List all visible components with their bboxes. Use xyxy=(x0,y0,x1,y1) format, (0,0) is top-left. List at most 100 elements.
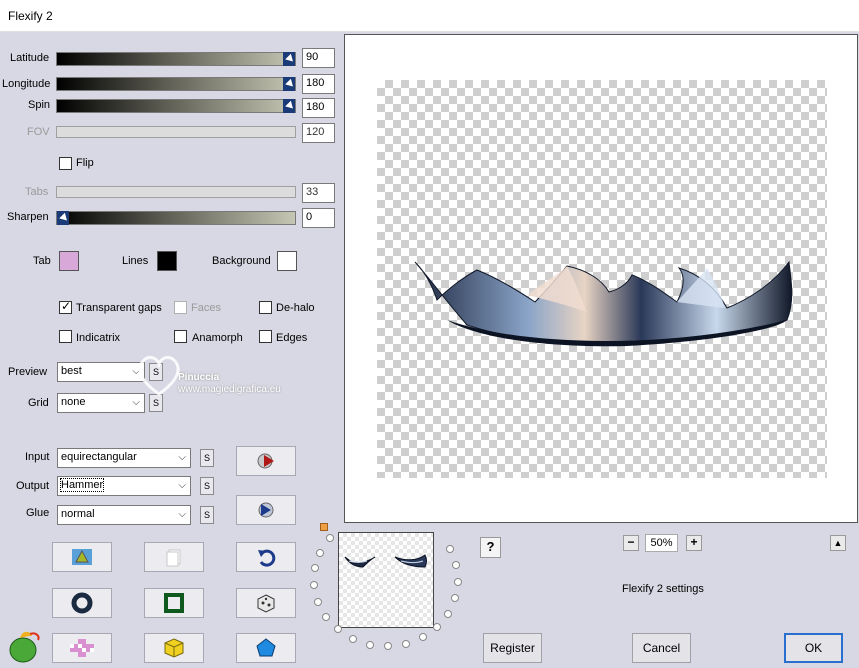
preview-canvas xyxy=(377,80,827,478)
wheel-dot[interactable] xyxy=(445,545,454,554)
tabs-label: Tabs xyxy=(25,186,49,198)
animate-button[interactable] xyxy=(236,495,296,525)
glue-label: Glue xyxy=(26,507,50,519)
cancel-button[interactable]: Cancel xyxy=(632,633,691,663)
thumbnail-shape-image xyxy=(344,554,427,568)
register-button[interactable]: Register xyxy=(483,633,542,663)
spin-slider[interactable] xyxy=(56,99,296,113)
fov-label: FOV xyxy=(27,126,50,138)
faces-checkbox[interactable] xyxy=(174,301,187,314)
sharpen-label: Sharpen xyxy=(7,211,49,223)
grid-select-value: none xyxy=(61,396,86,408)
spin-input[interactable]: 180 xyxy=(302,98,335,118)
latitude-input[interactable]: 90 xyxy=(302,48,335,68)
edges-label: Edges xyxy=(276,332,308,344)
tabs-slider[interactable] xyxy=(56,186,296,198)
watermark-url: www.magiedigrafica.eu xyxy=(178,384,281,395)
wheel-dot[interactable] xyxy=(316,548,325,557)
wheel-dot[interactable] xyxy=(321,612,330,621)
lines-color-swatch[interactable] xyxy=(157,251,177,271)
latitude-label: Latitude xyxy=(10,52,50,64)
longitude-input[interactable]: 180 xyxy=(302,74,335,94)
glue-select[interactable]: normal ⌵ xyxy=(57,505,191,525)
glue-select-value: normal xyxy=(61,508,95,520)
scroll-up-button[interactable]: ▲ xyxy=(830,535,846,551)
background-color-label: Background xyxy=(212,255,271,267)
randomize-image-button[interactable] xyxy=(52,542,112,572)
sharpen-slider[interactable] xyxy=(56,211,296,225)
wheel-dot[interactable] xyxy=(311,564,320,573)
wheel-dot[interactable] xyxy=(365,640,374,649)
zoom-out-button[interactable]: − xyxy=(623,535,639,551)
title-bar: Flexify 2 xyxy=(0,0,859,32)
sharpen-slider-thumb[interactable] xyxy=(57,211,69,225)
output-select[interactable]: Hammer ⌵ xyxy=(57,476,191,496)
background-color-swatch[interactable] xyxy=(277,251,297,271)
wheel-dot[interactable] xyxy=(444,609,453,618)
preview-select[interactable]: best ⌵ xyxy=(57,362,145,382)
ring-button[interactable] xyxy=(52,588,112,618)
watermark-heart-icon xyxy=(138,355,180,396)
wheel-dot[interactable] xyxy=(383,642,392,651)
zoom-in-button[interactable]: + xyxy=(686,535,702,551)
longitude-label: Longitude xyxy=(2,78,51,90)
flaming-pear-logo-icon xyxy=(9,631,40,663)
latitude-slider-thumb[interactable] xyxy=(283,52,295,66)
wheel-dot[interactable] xyxy=(451,594,460,603)
de-halo-checkbox[interactable] xyxy=(259,301,272,314)
preview-panel[interactable] xyxy=(344,34,858,523)
fov-input[interactable]: 120 xyxy=(302,123,335,143)
wheel-dot[interactable] xyxy=(418,633,427,642)
edges-checkbox[interactable] xyxy=(259,330,272,343)
random-dice-button[interactable] xyxy=(236,588,296,618)
wheel-dot[interactable] xyxy=(348,634,357,643)
frame-button[interactable] xyxy=(144,588,204,618)
latitude-slider[interactable] xyxy=(56,52,296,66)
flexified-shape-image xyxy=(414,260,793,347)
undo-button[interactable] xyxy=(236,542,296,572)
glue-s-button[interactable]: S xyxy=(200,506,214,524)
wheel-dot[interactable] xyxy=(310,581,319,590)
tab-color-swatch[interactable] xyxy=(59,251,79,271)
chevron-down-icon: ⌵ xyxy=(178,509,186,520)
sharpen-input[interactable]: 0 xyxy=(302,208,335,228)
tab-color-label: Tab xyxy=(33,255,51,267)
wheel-dot[interactable] xyxy=(313,597,322,606)
setting-thumbnail[interactable] xyxy=(338,532,434,628)
wheel-dot[interactable] xyxy=(326,534,335,543)
flip-checkbox[interactable] xyxy=(59,157,72,170)
image-shape-icon xyxy=(72,549,92,565)
output-s-button[interactable]: S xyxy=(200,477,214,495)
spin-slider-thumb[interactable] xyxy=(283,99,295,113)
tabs-input[interactable]: 33 xyxy=(302,183,335,203)
spin-label: Spin xyxy=(28,99,51,111)
ok-button[interactable]: OK xyxy=(784,633,843,663)
help-button[interactable]: ? xyxy=(480,537,501,558)
grid-select[interactable]: none ⌵ xyxy=(57,393,145,413)
flip-label: Flip xyxy=(76,157,94,169)
copy-button[interactable] xyxy=(144,542,204,572)
wheel-dot[interactable] xyxy=(432,622,441,631)
tile-button[interactable] xyxy=(52,633,112,663)
fov-slider[interactable] xyxy=(56,126,296,138)
longitude-slider-thumb[interactable] xyxy=(283,77,295,91)
wheel-dot[interactable] xyxy=(333,625,342,634)
input-select[interactable]: equirectangular ⌵ xyxy=(57,448,191,468)
copy-icon xyxy=(166,549,181,567)
anamorph-checkbox[interactable] xyxy=(174,330,187,343)
indicatrix-checkbox[interactable] xyxy=(59,330,72,343)
transparent-gaps-checkbox[interactable] xyxy=(59,299,72,314)
cube-button[interactable] xyxy=(144,633,204,663)
input-label: Input xyxy=(25,451,50,463)
watermark-name: Pinuccia xyxy=(178,372,220,383)
longitude-slider[interactable] xyxy=(56,77,296,91)
wheel-dot[interactable] xyxy=(453,577,462,586)
chevron-down-icon: ⌵ xyxy=(178,452,186,463)
grid-label: Grid xyxy=(28,397,49,409)
input-s-button[interactable]: S xyxy=(200,449,214,467)
wheel-dot[interactable] xyxy=(452,561,461,570)
preview-play-button[interactable] xyxy=(236,446,296,476)
play-disc-icon xyxy=(258,502,274,518)
pentagon-button[interactable] xyxy=(236,633,296,663)
wheel-dot[interactable] xyxy=(401,639,410,648)
